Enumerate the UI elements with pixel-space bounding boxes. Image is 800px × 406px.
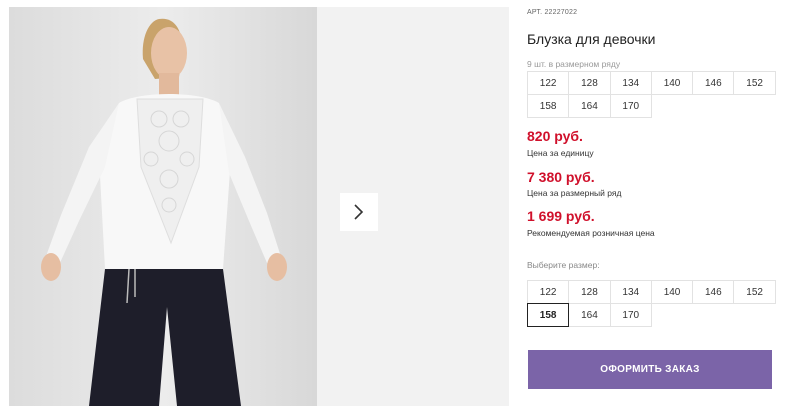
sku-value: 22227022: [544, 9, 578, 16]
choose-size-label: Выберите размер:: [527, 260, 600, 270]
retail-price: 1 699 руб.: [527, 208, 595, 224]
product-title: Блузка для девочки: [527, 31, 656, 47]
size-series-grid: 122 128 134 140 146 152 158 164 170: [527, 71, 776, 118]
series-size-cell: 146: [692, 71, 735, 95]
series-size-cell: 164: [568, 94, 611, 118]
size-option-164[interactable]: 164: [568, 303, 611, 327]
series-size-cell: 140: [650, 71, 694, 95]
size-option-158-selected[interactable]: 158: [527, 303, 570, 327]
sku-label: АРТ.: [527, 9, 543, 16]
unit-price-caption: Цена за единицу: [527, 148, 594, 158]
series-size-cell: 134: [609, 71, 652, 95]
size-option-170[interactable]: 170: [609, 303, 652, 327]
retail-price-caption: Рекомендуемая розничная цена: [527, 228, 655, 238]
product-sku: АРТ. 22227022: [527, 9, 577, 16]
product-photo: [9, 7, 317, 406]
series-caption: 9 шт. в размерном ряду: [527, 59, 621, 69]
gallery-next-button[interactable]: [340, 193, 378, 231]
series-price-caption: Цена за размерный ряд: [527, 188, 622, 198]
series-price: 7 380 руб.: [527, 169, 595, 185]
unit-price: 820 руб.: [527, 128, 583, 144]
size-option-140[interactable]: 140: [650, 280, 694, 304]
series-size-cell: 158: [527, 94, 570, 118]
size-selector: 122 128 134 140 146 152 158 164 170: [527, 280, 776, 327]
size-option-122[interactable]: 122: [527, 280, 570, 304]
series-size-cell: 170: [609, 94, 652, 118]
series-size-cell: 122: [527, 71, 570, 95]
size-option-146[interactable]: 146: [692, 280, 735, 304]
chevron-right-icon: [354, 204, 364, 220]
size-option-128[interactable]: 128: [568, 280, 611, 304]
series-size-cell: 128: [568, 71, 611, 95]
size-option-152[interactable]: 152: [733, 280, 776, 304]
size-option-134[interactable]: 134: [609, 280, 652, 304]
series-size-cell: 152: [733, 71, 776, 95]
place-order-button[interactable]: ОФОРМИТЬ ЗАКАЗ: [528, 350, 772, 389]
